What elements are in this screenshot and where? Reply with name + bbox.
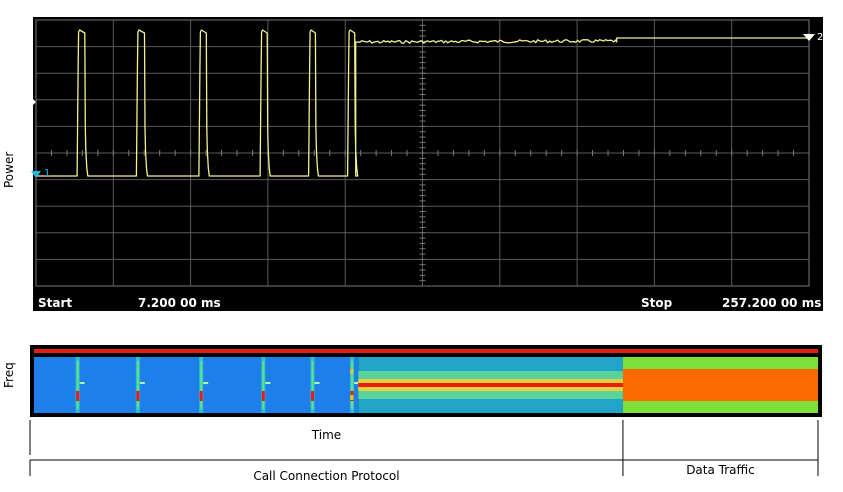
spectro-burst-tick <box>314 382 320 384</box>
spectro-burst-tick <box>203 382 209 384</box>
spectro-burst-core <box>311 361 314 409</box>
spectro-burst-peak <box>136 391 140 401</box>
start-label: Start <box>38 296 72 310</box>
spectro-dot <box>350 395 354 400</box>
spectro-burst-peak <box>199 391 203 401</box>
spectro-data-band <box>622 369 818 401</box>
spectrogram-top-bar <box>34 349 818 353</box>
spectro-dot <box>350 369 354 374</box>
spectro-burst-tick <box>139 382 145 384</box>
time-axis-label: Time <box>311 428 342 442</box>
marker-2-label: 2 <box>817 32 823 43</box>
spectro-burst-core <box>136 361 139 409</box>
spectro-burst-peak <box>261 391 265 401</box>
spectro-burst-core <box>76 361 79 409</box>
spectro-idle <box>34 357 359 413</box>
spectro-traffic-carrier <box>358 383 623 387</box>
stop-label: Stop <box>641 296 673 310</box>
stop-value: 257.200 00 ms <box>722 296 821 310</box>
segment-label-data-traffic: Data Traffic <box>686 463 755 477</box>
freq-axis-label: Freq <box>2 362 16 388</box>
spectro-burst-tick <box>79 382 85 384</box>
spectrogram <box>34 357 818 413</box>
spectro-burst-core <box>200 361 203 409</box>
spectro-burst-peak <box>311 391 315 401</box>
spectro-burst-core <box>262 361 265 409</box>
spectro-burst-peak <box>76 391 80 401</box>
spectro-burst-tick <box>265 382 271 384</box>
segment-label-call-connection: Call Connection Protocol <box>253 469 400 483</box>
spectro-burst-core <box>351 361 354 409</box>
marker-1-label: 1 <box>44 168 50 179</box>
power-vs-time-chart: 1 2 Start 7.200 00 ms Stop 257.200 00 ms <box>29 17 823 476</box>
power-axis-label: Power <box>2 151 16 189</box>
start-value: 7.200 00 ms <box>138 296 221 310</box>
